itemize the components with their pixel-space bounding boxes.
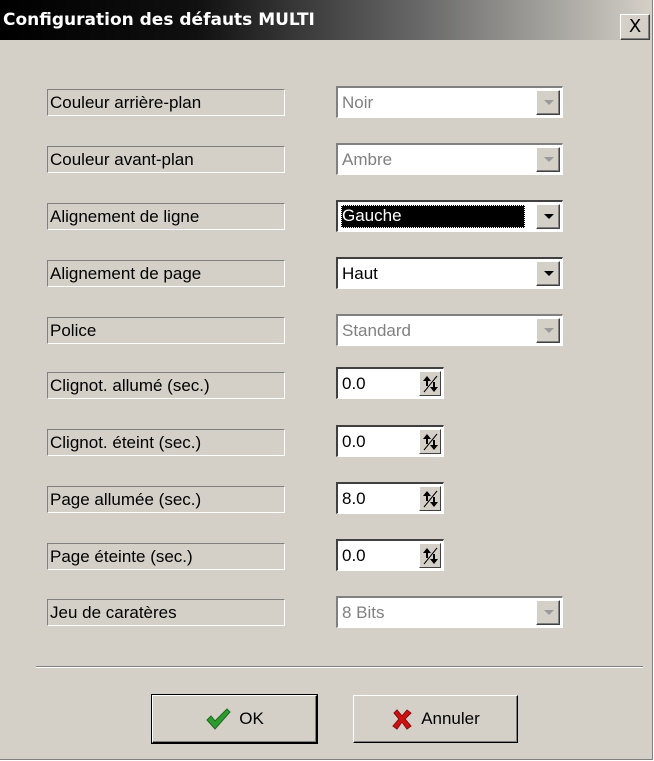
- dropdown-arrow-icon: [536, 147, 560, 172]
- charset-select: 8 Bits: [336, 596, 563, 628]
- page-on-spinner[interactable]: 8.0: [336, 482, 444, 514]
- page-alignment-select[interactable]: Haut: [336, 257, 563, 289]
- blink-off-value[interactable]: 0.0: [342, 431, 366, 453]
- line-alignment-value: Gauche: [341, 205, 525, 228]
- page-on-value[interactable]: 8.0: [342, 488, 366, 510]
- dropdown-arrow-icon: [536, 90, 560, 115]
- page-alignment-value: Haut: [342, 264, 378, 283]
- font-select: Standard: [336, 314, 563, 346]
- foreground-color-select: Ambre: [336, 143, 563, 175]
- label-blink-off: Clignot. éteint (sec.): [47, 429, 285, 456]
- foreground-color-value: Ambre: [342, 150, 393, 169]
- blink-off-spinner[interactable]: 0.0: [336, 425, 444, 457]
- blink-on-spinner[interactable]: 0.0: [336, 367, 444, 399]
- label-charset: Jeu de caratères: [47, 599, 285, 626]
- dropdown-arrow-icon: [536, 600, 560, 625]
- spin-arrows-icon[interactable]: [419, 543, 441, 568]
- cancel-button[interactable]: Annuler: [353, 695, 518, 743]
- page-off-spinner[interactable]: 0.0: [336, 539, 444, 571]
- line-alignment-select[interactable]: Gauche: [336, 200, 563, 232]
- dropdown-arrow-icon: [536, 318, 560, 343]
- dropdown-arrow-icon[interactable]: [536, 204, 560, 229]
- dialog-window: Configuration des défauts MULTI X Couleu…: [0, 0, 653, 760]
- spin-arrows-icon[interactable]: [419, 486, 441, 511]
- ok-label: OK: [239, 709, 264, 728]
- label-line-alignment: Alignement de ligne: [47, 203, 285, 230]
- dialog-title: Configuration des défauts MULTI: [3, 10, 315, 30]
- spin-arrows-icon[interactable]: [419, 429, 441, 454]
- charset-value: 8 Bits: [342, 603, 385, 622]
- label-background-color: Couleur arrière-plan: [47, 89, 285, 116]
- spin-arrows-icon[interactable]: [419, 371, 441, 396]
- label-blink-on: Clignot. allumé (sec.): [47, 372, 285, 399]
- label-page-alignment: Alignement de page: [47, 260, 285, 287]
- blink-on-value[interactable]: 0.0: [342, 373, 366, 395]
- label-foreground-color: Couleur avant-plan: [47, 146, 285, 173]
- dropdown-arrow-icon[interactable]: [536, 261, 560, 286]
- label-font: Police: [47, 317, 285, 344]
- label-page-on: Page allumée (sec.): [47, 486, 285, 513]
- background-color-select: Noir: [336, 86, 563, 118]
- font-value: Standard: [342, 321, 411, 340]
- label-page-off: Page éteinte (sec.): [47, 543, 285, 570]
- checkmark-icon: [206, 708, 231, 730]
- ok-button[interactable]: OK: [151, 694, 318, 744]
- title-bar[interactable]: Configuration des défauts MULTI: [0, 0, 652, 40]
- separator: [36, 666, 643, 668]
- cancel-label: Annuler: [421, 709, 480, 728]
- red-x-icon: [392, 709, 412, 730]
- background-color-value: Noir: [342, 93, 374, 112]
- close-button[interactable]: X: [620, 14, 650, 40]
- page-off-value[interactable]: 0.0: [342, 545, 366, 567]
